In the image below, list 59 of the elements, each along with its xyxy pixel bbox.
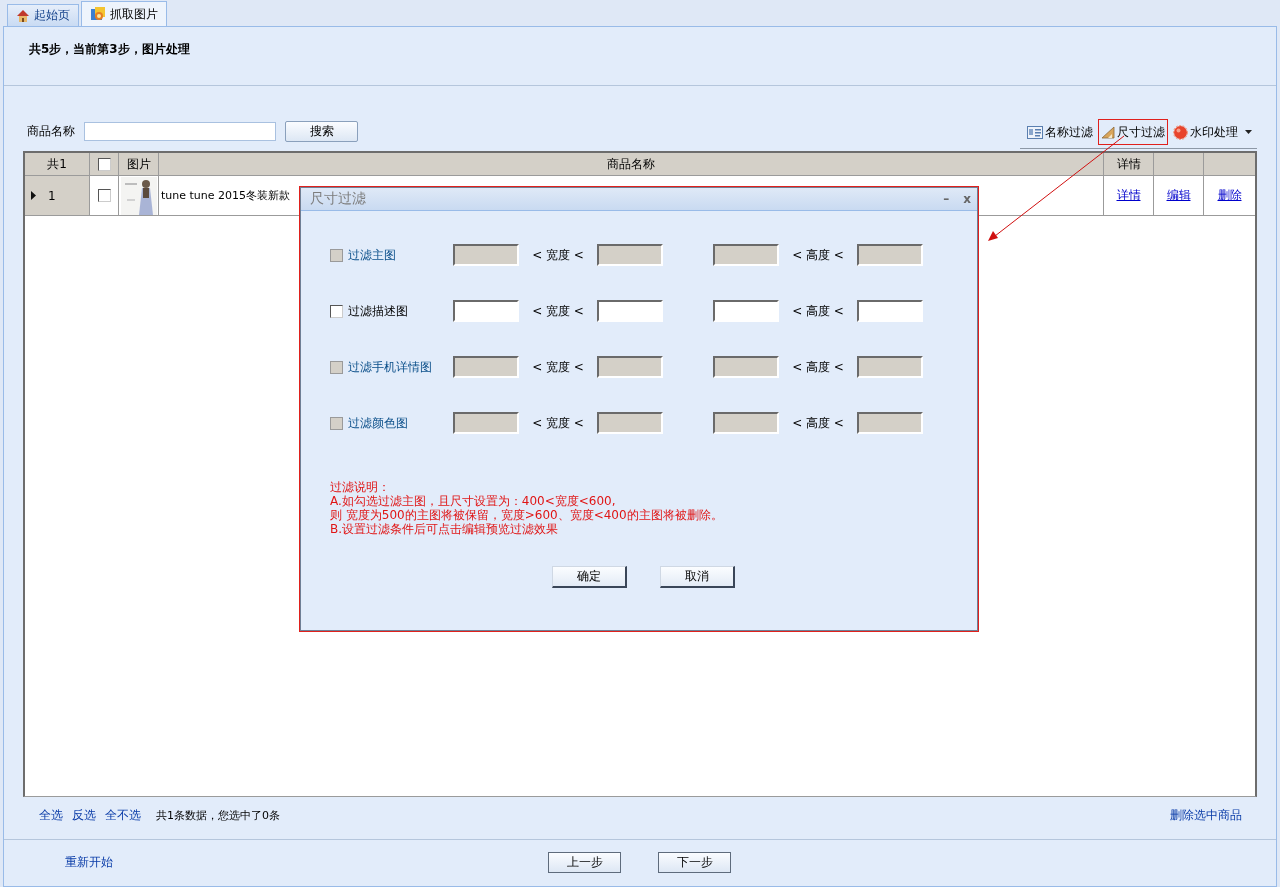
input-field[interactable]	[713, 300, 779, 322]
checkbox-label: 过滤颜色图	[348, 414, 409, 432]
range-label: < 宽度 <	[531, 414, 585, 432]
caret-icon	[1245, 130, 1252, 134]
note-text: A.如勾选过滤主图，且尺寸设置为：400<宽度<600,	[330, 494, 617, 508]
column-header: 详情	[1104, 153, 1154, 175]
range-label: < 高度 <	[791, 358, 845, 376]
input-field[interactable]	[453, 300, 519, 322]
picture-icon	[90, 6, 106, 22]
triangle-ruler-icon	[1101, 125, 1115, 139]
link[interactable]: 反选	[72, 806, 96, 824]
column-header: 商品名称	[159, 153, 1104, 175]
input-field[interactable]	[597, 300, 663, 322]
input-field[interactable]	[857, 300, 923, 322]
range-label: < 高度 <	[791, 302, 845, 320]
link[interactable]: 删除	[1217, 187, 1242, 204]
range-label: < 高度 <	[791, 246, 845, 264]
minimize-button[interactable]: –	[943, 192, 950, 206]
toolbar-button[interactable]: 尺寸过滤	[1098, 119, 1168, 145]
search-button[interactable]: 搜索	[285, 120, 358, 142]
row-checkbox[interactable]	[97, 189, 111, 202]
note-text: 则 宽度为500的主图将被保留，宽度>600、宽度<400的主图将被删除。	[330, 508, 724, 522]
link[interactable]: 详情	[1116, 187, 1141, 204]
row-number: 1	[48, 188, 56, 203]
range-label: < 宽度 <	[531, 302, 585, 320]
dialog-button[interactable]: 取消	[660, 566, 735, 588]
summary-text: 共1条数据，您选中了0条	[156, 807, 280, 823]
link[interactable]: 全选	[39, 806, 63, 824]
step-title: 共5步，当前第3步，图片处理	[29, 41, 191, 58]
nav-button[interactable]: 上一步	[548, 852, 621, 873]
tab[interactable]: 起始页	[7, 4, 79, 26]
note-text: 过滤说明：	[330, 480, 391, 494]
dialog-title: 尺寸过滤	[310, 190, 366, 208]
note-text: B.设置过滤条件后可点击编辑预览过滤效果	[330, 522, 560, 536]
link[interactable]: 编辑	[1166, 187, 1191, 204]
range-label: < 宽度 <	[531, 358, 585, 376]
range-label: < 宽度 <	[531, 246, 585, 264]
nav-button[interactable]: 下一步	[658, 852, 731, 873]
search-field[interactable]	[84, 121, 276, 141]
search-label: 商品名称	[27, 122, 75, 140]
column-header: 图片	[119, 153, 159, 175]
column-header: 共1	[25, 153, 90, 175]
checkbox-label: 过滤描述图	[348, 302, 409, 320]
checkbox-label: 过滤主图	[348, 246, 397, 264]
select-all-checkbox[interactable]	[97, 157, 111, 171]
range-label: < 高度 <	[791, 414, 845, 432]
dialog-button[interactable]: 确定	[552, 566, 627, 588]
card-icon	[1027, 125, 1043, 139]
link[interactable]: 全不选	[105, 806, 141, 824]
checkbox[interactable]	[330, 304, 343, 318]
link[interactable]: 删除选中商品	[1170, 806, 1242, 824]
house-icon	[16, 8, 30, 23]
link[interactable]: 重新开始	[65, 854, 215, 871]
toolbar-button[interactable]: 水印处理	[1170, 119, 1255, 145]
checkbox-label: 过滤手机详情图	[348, 358, 433, 376]
tab[interactable]: 抓取图片	[81, 1, 167, 26]
seal-icon	[1173, 124, 1188, 140]
close-button[interactable]: x	[963, 192, 971, 206]
toolbar-button[interactable]: 名称过滤	[1024, 119, 1096, 145]
